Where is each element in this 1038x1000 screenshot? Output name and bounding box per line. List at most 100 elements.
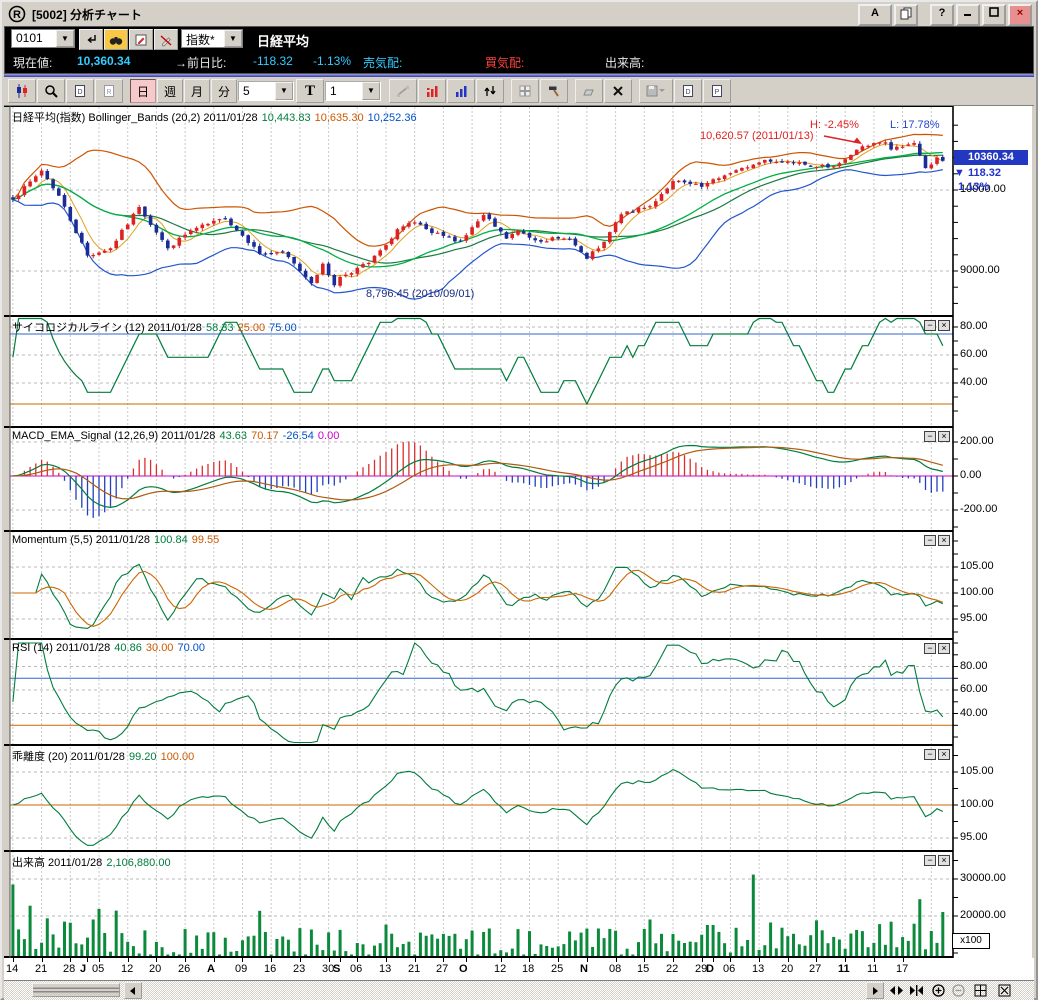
chart-area: 10000.009000.00日経平均(指数) Bollinger_Bands …	[4, 106, 1034, 958]
zoom-in-icon	[932, 984, 945, 997]
trendline-icon	[395, 83, 411, 99]
x-axis-label: 18	[522, 963, 534, 975]
chevron-down-icon[interactable]: ▼	[275, 82, 293, 100]
chart-restore-button[interactable]: R	[95, 79, 123, 103]
quote-bar: 0101 ▼	[4, 26, 1034, 74]
maximize-button[interactable]	[982, 4, 1006, 26]
x-axis-tick	[713, 958, 714, 962]
pane-minimize-button[interactable]: −	[924, 855, 936, 866]
current-price-box: 10360.34	[954, 150, 1028, 165]
count-combo[interactable]: 1 ▼	[325, 81, 381, 101]
y-axis-label: 60.00	[960, 348, 988, 360]
period-weekly-button[interactable]: 週	[157, 79, 183, 103]
compress-horizontal-button[interactable]	[908, 983, 924, 998]
pane-minimize-button[interactable]: −	[924, 320, 936, 331]
x-axis-tick	[759, 958, 760, 962]
horizontal-scrollbar[interactable]	[4, 980, 1034, 1000]
t-label: T	[305, 83, 315, 100]
pane-close-button[interactable]: ×	[938, 855, 950, 866]
tile-grid-icon	[974, 984, 987, 997]
chart-copy-button[interactable]: D	[66, 79, 94, 103]
x-axis-tick	[644, 958, 645, 962]
chevron-down-icon[interactable]: ▼	[224, 30, 242, 47]
text-tool-button[interactable]: T	[296, 79, 324, 103]
sort-updown-button[interactable]	[476, 79, 504, 103]
save-button[interactable]	[639, 79, 673, 103]
x-axis-label: 14	[6, 963, 18, 975]
price-change: ▼ 118.32	[954, 167, 1001, 179]
help-button[interactable]: ?	[930, 4, 954, 26]
red-bars-button[interactable]	[418, 79, 446, 103]
chevron-down-icon[interactable]: ▼	[362, 82, 380, 100]
scroll-right-button[interactable]	[866, 982, 884, 999]
minimize-icon	[962, 6, 974, 18]
chevron-down-icon[interactable]: ▼	[56, 30, 74, 47]
market-combo[interactable]: 指数* ▼	[181, 29, 243, 48]
scrollbar-thumb[interactable]	[32, 983, 120, 997]
page-setup-button[interactable]: D	[674, 79, 702, 103]
page-d-icon: D	[72, 83, 88, 99]
svg-text:D: D	[77, 89, 82, 96]
floppy-icon	[645, 83, 667, 99]
change-value: -118.32	[253, 54, 293, 68]
pane-minimize-button[interactable]: −	[924, 535, 936, 546]
edit-note-icon	[133, 32, 149, 48]
candle-chart-button[interactable]	[8, 79, 36, 103]
x-axis-label: 26	[178, 963, 190, 975]
memo-button[interactable]	[129, 29, 153, 50]
pane-minimize-button[interactable]: −	[924, 749, 936, 760]
eraser-button[interactable]	[575, 79, 603, 103]
x-axis-tick	[616, 958, 617, 962]
x-axis-tick	[529, 958, 530, 962]
y-axis-label: 200.00	[960, 435, 994, 447]
interval-combo[interactable]: 5 ▼	[238, 81, 294, 101]
boxed-x-icon	[998, 984, 1011, 997]
x-axis-label: 13	[752, 963, 764, 975]
page-r-icon: R	[101, 83, 117, 99]
draw-off-button[interactable]	[154, 29, 178, 50]
close-button[interactable]: ×	[1008, 4, 1032, 26]
pane-minimize-button[interactable]: −	[924, 643, 936, 654]
grid-layout-button[interactable]	[511, 79, 539, 103]
x-axis-label: 20	[149, 963, 161, 975]
search-button[interactable]	[104, 29, 128, 50]
hammer-icon	[546, 83, 562, 99]
expand-horizontal-button[interactable]	[888, 983, 904, 998]
period-minute-button[interactable]: 分	[211, 79, 237, 103]
period-monthly-button[interactable]: 月	[184, 79, 210, 103]
pane-close-button[interactable]: ×	[938, 535, 950, 546]
blue-bars-button[interactable]	[447, 79, 475, 103]
pane-header: 日経平均(指数) Bollinger_Bands (20,2) 2011/01/…	[12, 109, 418, 125]
zoom-out-button[interactable]	[950, 983, 966, 998]
grid-icon	[517, 83, 533, 99]
scroll-left-button[interactable]	[124, 982, 142, 999]
pane-close-button[interactable]: ×	[938, 643, 950, 654]
minimize-button[interactable]	[956, 4, 980, 26]
pane-close-button[interactable]: ×	[938, 749, 950, 760]
x-axis-label: 08	[609, 963, 621, 975]
pane-minimize-button[interactable]: −	[924, 431, 936, 442]
code-combo[interactable]: 0101 ▼	[11, 29, 75, 48]
x-icon	[610, 83, 626, 99]
delete-button[interactable]	[604, 79, 632, 103]
low-percent-label: L: 17.78%	[890, 119, 940, 131]
pane-close-button[interactable]: ×	[938, 320, 950, 331]
interval-combo-value: 5	[239, 82, 254, 100]
x-axis-tick	[501, 958, 502, 962]
y-axis-label: 60.00	[960, 683, 988, 695]
market-combo-value: 指数*	[182, 30, 219, 47]
settings-tool-button[interactable]	[540, 79, 568, 103]
print-page-button[interactable]: P	[703, 79, 731, 103]
x-axis-label: 15	[637, 963, 649, 975]
x-axis-tick	[874, 958, 875, 962]
zoom-button[interactable]	[37, 79, 65, 103]
enter-button[interactable]	[79, 29, 103, 50]
close-pane-button[interactable]	[996, 983, 1012, 998]
tile-panes-button[interactable]	[972, 983, 988, 998]
font-button[interactable]: A	[858, 4, 892, 26]
pane-close-button[interactable]: ×	[938, 431, 950, 442]
period-daily-button[interactable]: 日	[130, 79, 156, 103]
copy-window-button[interactable]	[894, 4, 918, 26]
zoom-in-button[interactable]	[930, 983, 946, 998]
trendline-tool-button[interactable]	[389, 79, 417, 103]
